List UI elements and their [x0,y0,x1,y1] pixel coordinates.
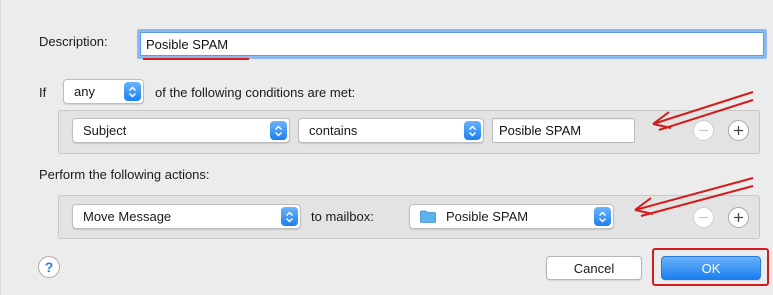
annotation-arrow-icon [652,91,754,131]
annotation-arrows [634,91,754,217]
annotation-arrow-icon [634,177,754,217]
rule-dialog: Description: Posible SPAM If any of the … [0,0,773,295]
